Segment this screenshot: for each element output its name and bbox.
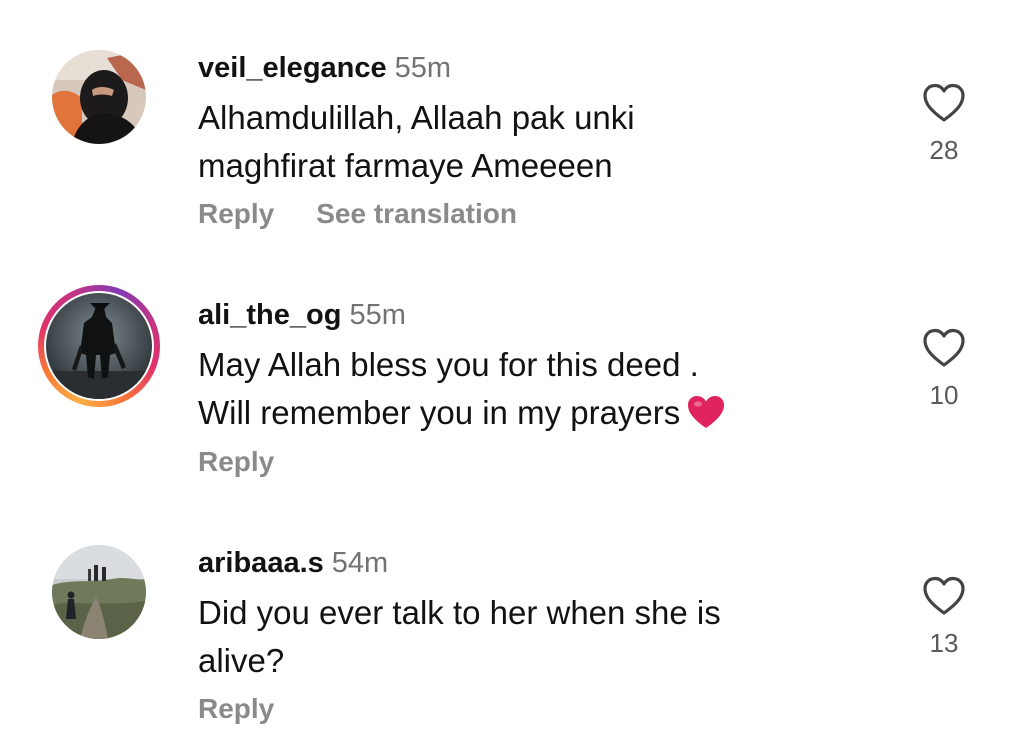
comment-text-line: Will remember you in my prayers <box>198 389 818 437</box>
comment-text-line: alive? <box>198 642 285 679</box>
reply-button[interactable]: Reply <box>198 693 274 724</box>
comment-header: veil_elegance 55m <box>198 51 451 85</box>
reply-button[interactable]: Reply <box>198 198 274 229</box>
reply-button[interactable]: Reply <box>198 446 274 477</box>
see-translation-button[interactable]: See translation <box>316 198 517 229</box>
comment-header: ali_the_og 55m <box>198 298 406 332</box>
username[interactable]: veil_elegance <box>198 52 387 84</box>
comment-header: aribaaa.s 54m <box>198 546 388 580</box>
comment-text-line: maghfirat farmaye Ameeeen <box>198 147 613 184</box>
avatar[interactable] <box>52 50 146 144</box>
like-count: 28 <box>929 135 959 165</box>
comment-text-line: May Allah bless you for this deed . <box>198 346 699 383</box>
comment-text-line: Did you ever talk to her when she is <box>198 594 721 631</box>
comment-text: Alhamdulillah, Allaah pak unki maghfirat… <box>198 94 818 190</box>
comment-actions: Reply See translation <box>198 197 517 231</box>
like-count: 10 <box>929 380 959 410</box>
comment-text-line: Alhamdulillah, Allaah pak unki <box>198 99 635 136</box>
comment-actions: Reply <box>198 445 274 479</box>
heart-outline-icon[interactable] <box>916 576 972 616</box>
like-count: 13 <box>929 628 959 658</box>
comment-timestamp: 55m <box>349 299 406 331</box>
like-button[interactable]: 13 <box>916 576 972 658</box>
story-ring[interactable] <box>38 285 160 407</box>
username[interactable]: ali_the_og <box>198 299 341 331</box>
heart-outline-icon[interactable] <box>916 328 972 368</box>
comment-text: May Allah bless you for this deed . Will… <box>198 341 818 437</box>
red-heart-emoji-icon <box>686 394 726 430</box>
like-button[interactable]: 28 <box>916 83 972 165</box>
comment-text-segment: Will remember you in my prayers <box>198 394 681 431</box>
avatar[interactable] <box>52 545 146 639</box>
avatar[interactable] <box>46 293 152 399</box>
comment-text: Did you ever talk to her when she is ali… <box>198 589 818 685</box>
comment-timestamp: 55m <box>394 52 452 84</box>
heart-outline-icon[interactable] <box>916 83 972 123</box>
like-button[interactable]: 10 <box>916 328 972 410</box>
username[interactable]: aribaaa.s <box>198 547 324 579</box>
comment-timestamp: 54m <box>331 547 389 579</box>
comment-actions: Reply <box>198 692 274 726</box>
